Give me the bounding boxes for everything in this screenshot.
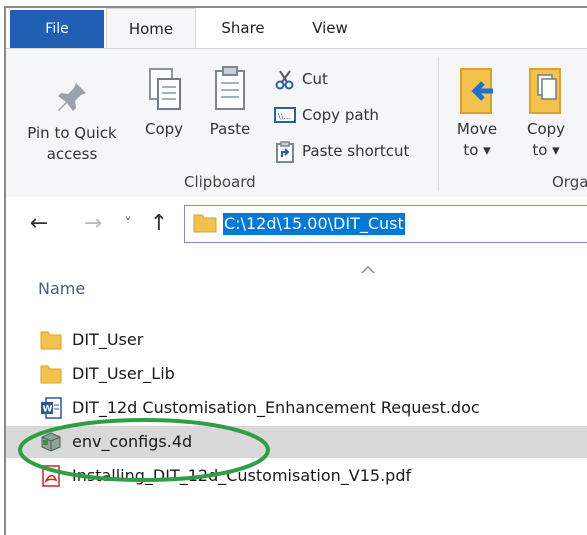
move-to-label-line2: to ▾	[463, 141, 491, 159]
copy-path-icon: \\...	[274, 107, 296, 123]
folder-icon	[40, 331, 62, 350]
cut-label: Cut	[302, 70, 328, 88]
copy-button[interactable]: Copy	[134, 65, 194, 140]
navigation-bar: ← → ˅ ↑ C:\12d\15.00\DIT_Cust	[6, 197, 587, 253]
list-item[interactable]: DIT_User_Lib	[6, 358, 587, 390]
paste-shortcut-icon	[276, 141, 294, 163]
copy-to-label-line1: Copy	[526, 120, 566, 138]
pdf-icon	[42, 465, 60, 487]
list-item[interactable]: Installing_DIT_12d_Customisation_V15.pdf	[6, 460, 587, 492]
paste-shortcut-button[interactable]: Paste shortcut	[274, 139, 434, 163]
sort-ascending-icon	[361, 265, 375, 274]
ribbon-tab-bar: File Home Share View	[6, 8, 587, 50]
copy-to-label-line2: to ▾	[532, 141, 560, 159]
file-name: DIT_User_Lib	[72, 364, 175, 383]
clipboard-icon	[215, 66, 245, 110]
copy-path-label: Copy path	[302, 106, 379, 124]
4d-file-icon	[41, 432, 61, 452]
file-name: DIT_User	[72, 330, 144, 349]
svg-text:\\...: \\...	[278, 112, 291, 121]
tab-home[interactable]: Home	[106, 8, 196, 50]
copy-label: Copy	[144, 120, 184, 138]
folder-icon	[40, 365, 62, 384]
address-bar[interactable]: C:\12d\15.00\DIT_Cust	[184, 205, 587, 243]
scissors-icon	[275, 70, 294, 90]
move-to-label-line1: Move	[456, 120, 498, 138]
move-to-icon	[460, 68, 493, 114]
move-to-button[interactable]: Move to ▾	[450, 65, 504, 161]
copy-icon	[149, 68, 181, 110]
file-name: env_configs.4d	[72, 432, 193, 451]
pin-to-quick-access-button[interactable]: Pin to Quick access	[16, 77, 128, 165]
column-header-name[interactable]: Name	[38, 279, 85, 298]
folder-icon	[193, 214, 217, 233]
svg-text:W: W	[43, 405, 53, 415]
ribbon: Pin to Quick access Copy Paste Cut \\...…	[6, 48, 587, 198]
pin-label-line2: access	[46, 145, 98, 163]
tab-share[interactable]: Share	[202, 8, 284, 48]
recent-locations-button[interactable]: ˅	[118, 207, 138, 241]
up-button[interactable]: ↑	[146, 207, 172, 241]
paste-button[interactable]: Paste	[202, 65, 258, 140]
clipboard-group-label: Clipboard	[184, 173, 256, 191]
paste-shortcut-label: Paste shortcut	[302, 142, 410, 160]
paste-label: Paste	[209, 120, 251, 138]
ribbon-group-separator	[438, 57, 439, 191]
pin-label-line1: Pin to Quick	[27, 124, 117, 142]
list-item-selected[interactable]: env_configs.4d	[6, 426, 587, 458]
forward-button[interactable]: →	[80, 207, 106, 241]
copy-to-button[interactable]: Copy to ▾	[516, 65, 576, 161]
copy-to-icon	[529, 68, 561, 114]
word-document-icon: W	[41, 397, 62, 419]
tab-view[interactable]: View	[294, 8, 366, 48]
copy-path-button[interactable]: \\... Copy path	[274, 103, 424, 127]
back-button[interactable]: ←	[24, 207, 54, 241]
address-path[interactable]: C:\12d\15.00\DIT_Cust	[223, 213, 405, 235]
tab-file[interactable]: File	[10, 10, 104, 48]
list-item[interactable]: DIT_User	[6, 324, 587, 356]
cut-button[interactable]: Cut	[274, 67, 424, 91]
pin-icon	[58, 83, 86, 111]
list-item[interactable]: W DIT_12d Customisation_Enhancement Requ…	[6, 392, 587, 424]
file-list: Name DIT_User DIT_User_Lib W DIT_12d Cus…	[6, 253, 587, 535]
file-name: Installing_DIT_12d_Customisation_V15.pdf	[72, 466, 412, 485]
explorer-window: File Home Share View Pin to Quick access…	[4, 6, 587, 535]
file-name: DIT_12d Customisation_Enhancement Reques…	[72, 398, 480, 417]
organize-group-label: Orga	[552, 173, 587, 191]
